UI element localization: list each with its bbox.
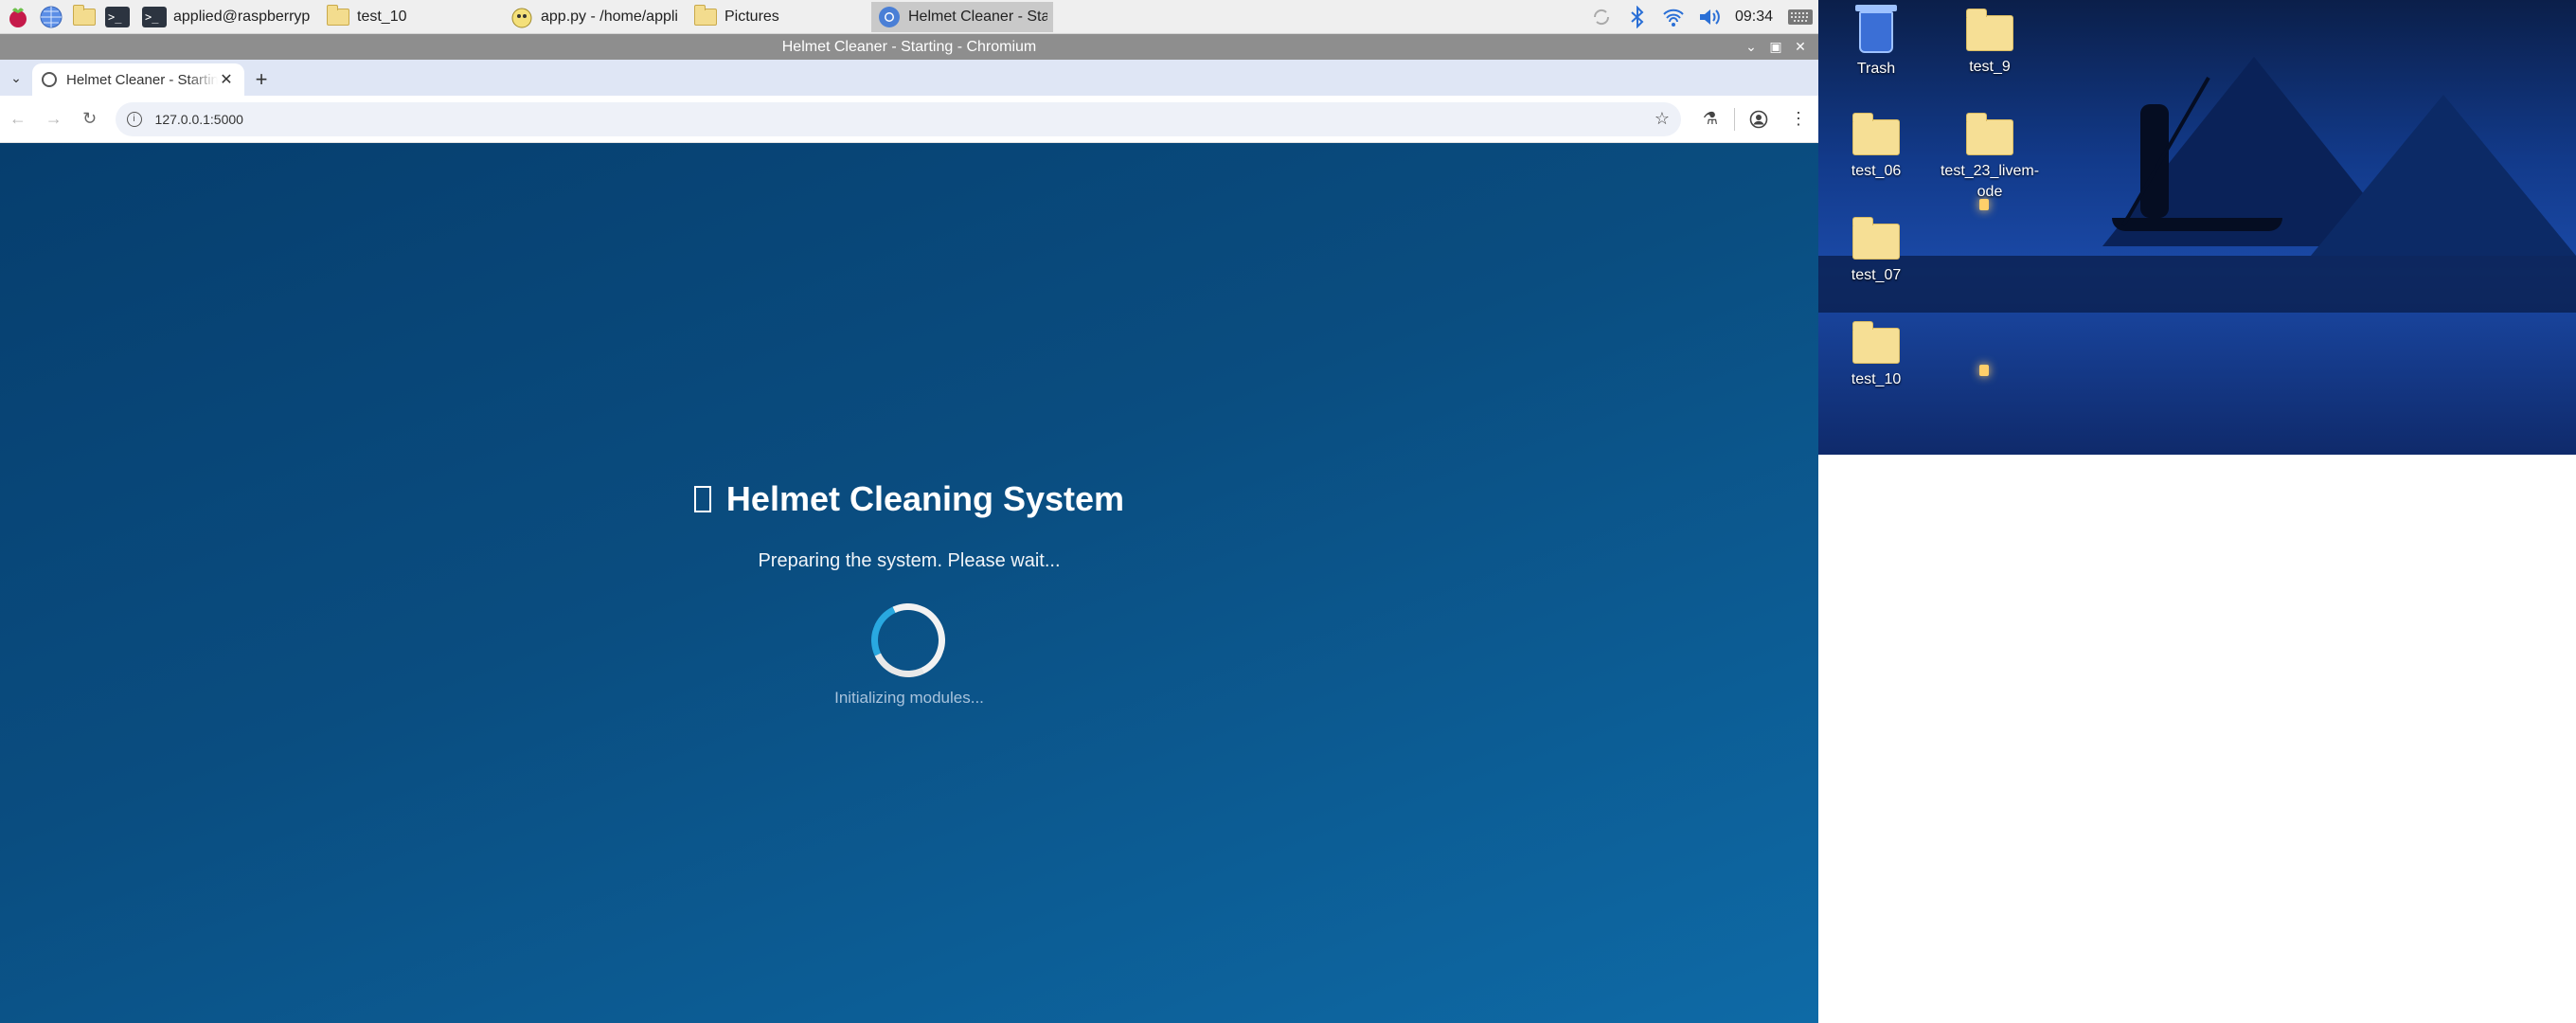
desktop-icon-label: test_10 [1851, 371, 1902, 387]
browser-globe-icon[interactable] [36, 3, 66, 31]
window-title: Helmet Cleaner - Starting - Chromium [781, 38, 1037, 55]
raspberry-menu-icon[interactable] [3, 3, 33, 31]
desktop-icon-folder[interactable]: test_06 [1824, 108, 1928, 182]
page-title-text: Helmet Cleaning System [725, 479, 1125, 518]
wifi-icon[interactable] [1659, 3, 1688, 31]
boat-silhouette [2112, 218, 2282, 231]
folder-icon [1852, 321, 1900, 364]
address-bar[interactable]: i 127.0.0.1:5000 ☆ [115, 101, 1681, 136]
tab-search-icon[interactable]: ⌄ [0, 60, 32, 96]
task-label: applied@raspberrypi... [173, 8, 311, 25]
page-subtitle: Preparing the system. Please wait... [758, 550, 1061, 571]
site-info-icon[interactable]: i [126, 111, 142, 127]
labs-flask-icon[interactable]: ⚗ [1690, 101, 1730, 137]
keyboard-icon[interactable] [1786, 3, 1815, 31]
clock[interactable]: 09:34 [1735, 9, 1773, 26]
reload-icon[interactable]: ↻ [72, 101, 108, 137]
missing-glyph-icon [693, 486, 711, 512]
window-controls: ⌄ ▣ ✕ [1739, 34, 1813, 60]
maximize-icon[interactable]: ▣ [1763, 39, 1788, 55]
desktop-icon-label: test_23_livem-ode [1940, 163, 2040, 200]
globe-favicon-icon [42, 72, 57, 87]
task-folder-pictures[interactable]: Pictures [688, 2, 868, 32]
desktop-icon-folder[interactable]: test_23_livem-ode [1938, 108, 2042, 203]
desktop-icon-label: test_06 [1851, 163, 1902, 179]
tab-strip: ⌄ Helmet Cleaner - Starting ✕ + [0, 60, 1818, 96]
status-text: Initializing modules... [834, 689, 984, 707]
thonny-icon [510, 5, 534, 29]
task-chromium[interactable]: Helmet Cleaner - Star... [871, 1, 1053, 32]
file-manager-icon[interactable] [69, 3, 99, 31]
url-text[interactable]: 127.0.0.1:5000 [155, 112, 1655, 127]
minimize-icon[interactable]: ⌄ [1739, 39, 1763, 55]
taskbar: >_ >_ applied@raspberrypi... test_10 app… [0, 0, 1818, 34]
folder-icon [1966, 113, 2013, 155]
bookmark-star-icon[interactable]: ☆ [1655, 109, 1670, 129]
task-label: Pictures [724, 8, 779, 25]
browser-tab[interactable]: Helmet Cleaner - Starting ✕ [32, 63, 244, 96]
task-label: test_10 [357, 8, 407, 25]
close-icon[interactable]: ✕ [1788, 39, 1813, 55]
trash-icon [1855, 5, 1897, 53]
system-tray: 09:34 [1583, 0, 1818, 34]
folder-icon [1852, 113, 1900, 155]
tab-title: Helmet Cleaner - Starting [66, 71, 218, 88]
folder-icon [326, 4, 350, 29]
terminal-icon: >_ [142, 5, 167, 29]
lantern-reflection [1979, 365, 1989, 376]
menu-kebab-icon[interactable]: ⋮ [1779, 101, 1818, 137]
web-page: Helmet Cleaning System Preparing the sys… [0, 143, 1818, 1023]
task-label: app.py - /home/appli... [541, 8, 678, 25]
page-title: Helmet Cleaning System [0, 479, 1818, 519]
loading-spinner [861, 593, 956, 688]
folder-icon [1966, 9, 2013, 51]
desktop-icon-label: test_07 [1851, 267, 1902, 283]
window-titlebar[interactable]: Helmet Cleaner - Starting - Chromium ⌄ ▣… [0, 34, 1818, 60]
tab-close-icon[interactable]: ✕ [218, 70, 235, 89]
profile-icon[interactable] [1739, 101, 1779, 137]
folder-icon [1852, 217, 1900, 260]
toolbar-divider [1733, 107, 1735, 131]
task-folder-test10[interactable]: test_10 [320, 2, 500, 32]
desktop-icon-folder[interactable]: test_9 [1938, 4, 2042, 78]
desktop-icon-folder[interactable]: test_07 [1824, 212, 1928, 286]
volume-icon[interactable] [1695, 3, 1724, 31]
bluetooth-icon[interactable] [1623, 3, 1652, 31]
sync-icon[interactable] [1587, 3, 1616, 31]
desktop-icon-label: Trash [1856, 61, 1896, 77]
terminal-icon[interactable]: >_ [102, 3, 133, 31]
task-editor[interactable]: app.py - /home/appli... [504, 2, 684, 32]
forward-icon[interactable]: → [36, 101, 72, 137]
task-terminal[interactable]: >_ applied@raspberrypi... [136, 2, 316, 32]
browser-toolbar: ← → ↻ i 127.0.0.1:5000 ☆ ⚗ ⋮ [0, 96, 1818, 143]
desktop-icon-trash[interactable]: Trash [1824, 4, 1928, 80]
back-icon[interactable]: ← [0, 101, 36, 137]
desktop-wallpaper [1818, 0, 2576, 455]
new-tab-button[interactable]: + [244, 63, 278, 96]
folder-icon [693, 4, 718, 29]
task-label: Helmet Cleaner - Star... [908, 8, 1047, 25]
desktop-icon-label: test_9 [1969, 59, 2011, 75]
desktop-icon-folder[interactable]: test_10 [1824, 316, 1928, 390]
fisherman-silhouette [2140, 104, 2169, 218]
chromium-icon [877, 5, 902, 29]
